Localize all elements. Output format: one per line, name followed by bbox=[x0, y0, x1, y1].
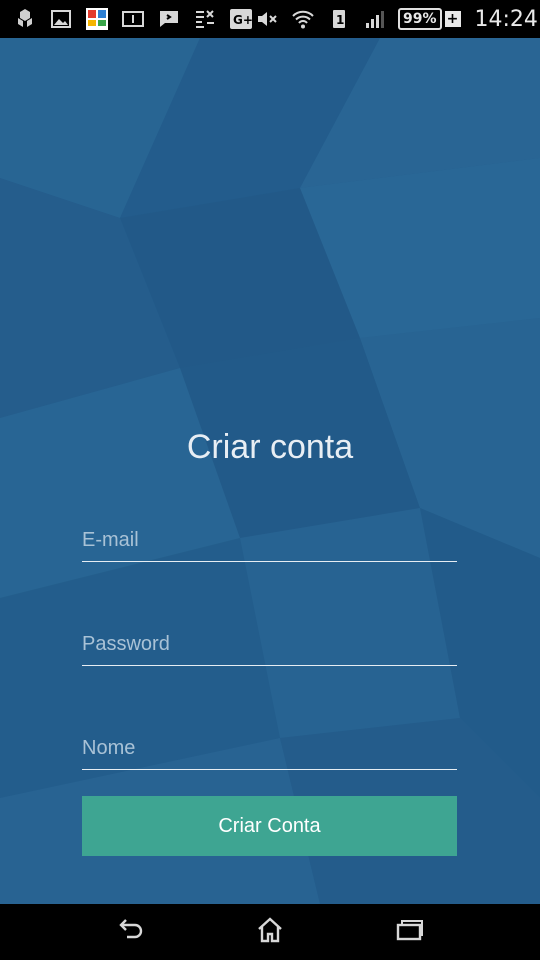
google-plus-icon: G+ bbox=[228, 7, 254, 31]
polygon-background bbox=[0, 38, 540, 904]
create-account-screen: Criar conta Criar Conta bbox=[0, 38, 540, 904]
password-field[interactable] bbox=[82, 616, 457, 665]
svg-text:G+: G+ bbox=[233, 13, 253, 27]
battery-charging-plus: + bbox=[444, 11, 461, 27]
home-button[interactable] bbox=[240, 912, 300, 952]
sim-indicator-text: 1 bbox=[336, 13, 344, 27]
notification-icons: G+ bbox=[12, 7, 254, 31]
back-button[interactable] bbox=[100, 912, 160, 952]
system-icons: 1 99% + 14:24 bbox=[254, 7, 538, 32]
email-field[interactable] bbox=[82, 512, 457, 561]
page-title: Criar conta bbox=[186, 428, 354, 466]
apps-cube-icon bbox=[12, 7, 38, 31]
sim-1-icon: 1 bbox=[326, 7, 352, 31]
name-field-container bbox=[82, 720, 457, 770]
wifi-icon bbox=[290, 7, 316, 31]
signal-bars-icon bbox=[362, 7, 388, 31]
status-bar: G+ 1 99% + 14:24 bbox=[0, 0, 540, 38]
chat-bubble-icon bbox=[156, 7, 182, 31]
back-icon bbox=[115, 915, 145, 949]
navigation-bar bbox=[0, 904, 540, 960]
sms-list-icon bbox=[192, 7, 218, 31]
battery-percent: 99% bbox=[398, 8, 442, 30]
image-icon bbox=[48, 7, 74, 31]
volume-muted-icon bbox=[254, 7, 280, 31]
create-account-button[interactable]: Criar Conta bbox=[82, 796, 457, 856]
clock: 14:24 bbox=[474, 6, 538, 32]
avg-pro-icon bbox=[84, 7, 110, 31]
battery-icon: 99% + bbox=[398, 8, 461, 30]
recent-apps-button[interactable] bbox=[380, 912, 440, 952]
name-field[interactable] bbox=[82, 720, 457, 769]
recent-apps-icon bbox=[395, 915, 425, 949]
password-field-container bbox=[82, 616, 457, 666]
home-icon bbox=[255, 915, 285, 949]
email-field-container bbox=[82, 512, 457, 562]
sim-card-info-icon bbox=[120, 7, 146, 31]
